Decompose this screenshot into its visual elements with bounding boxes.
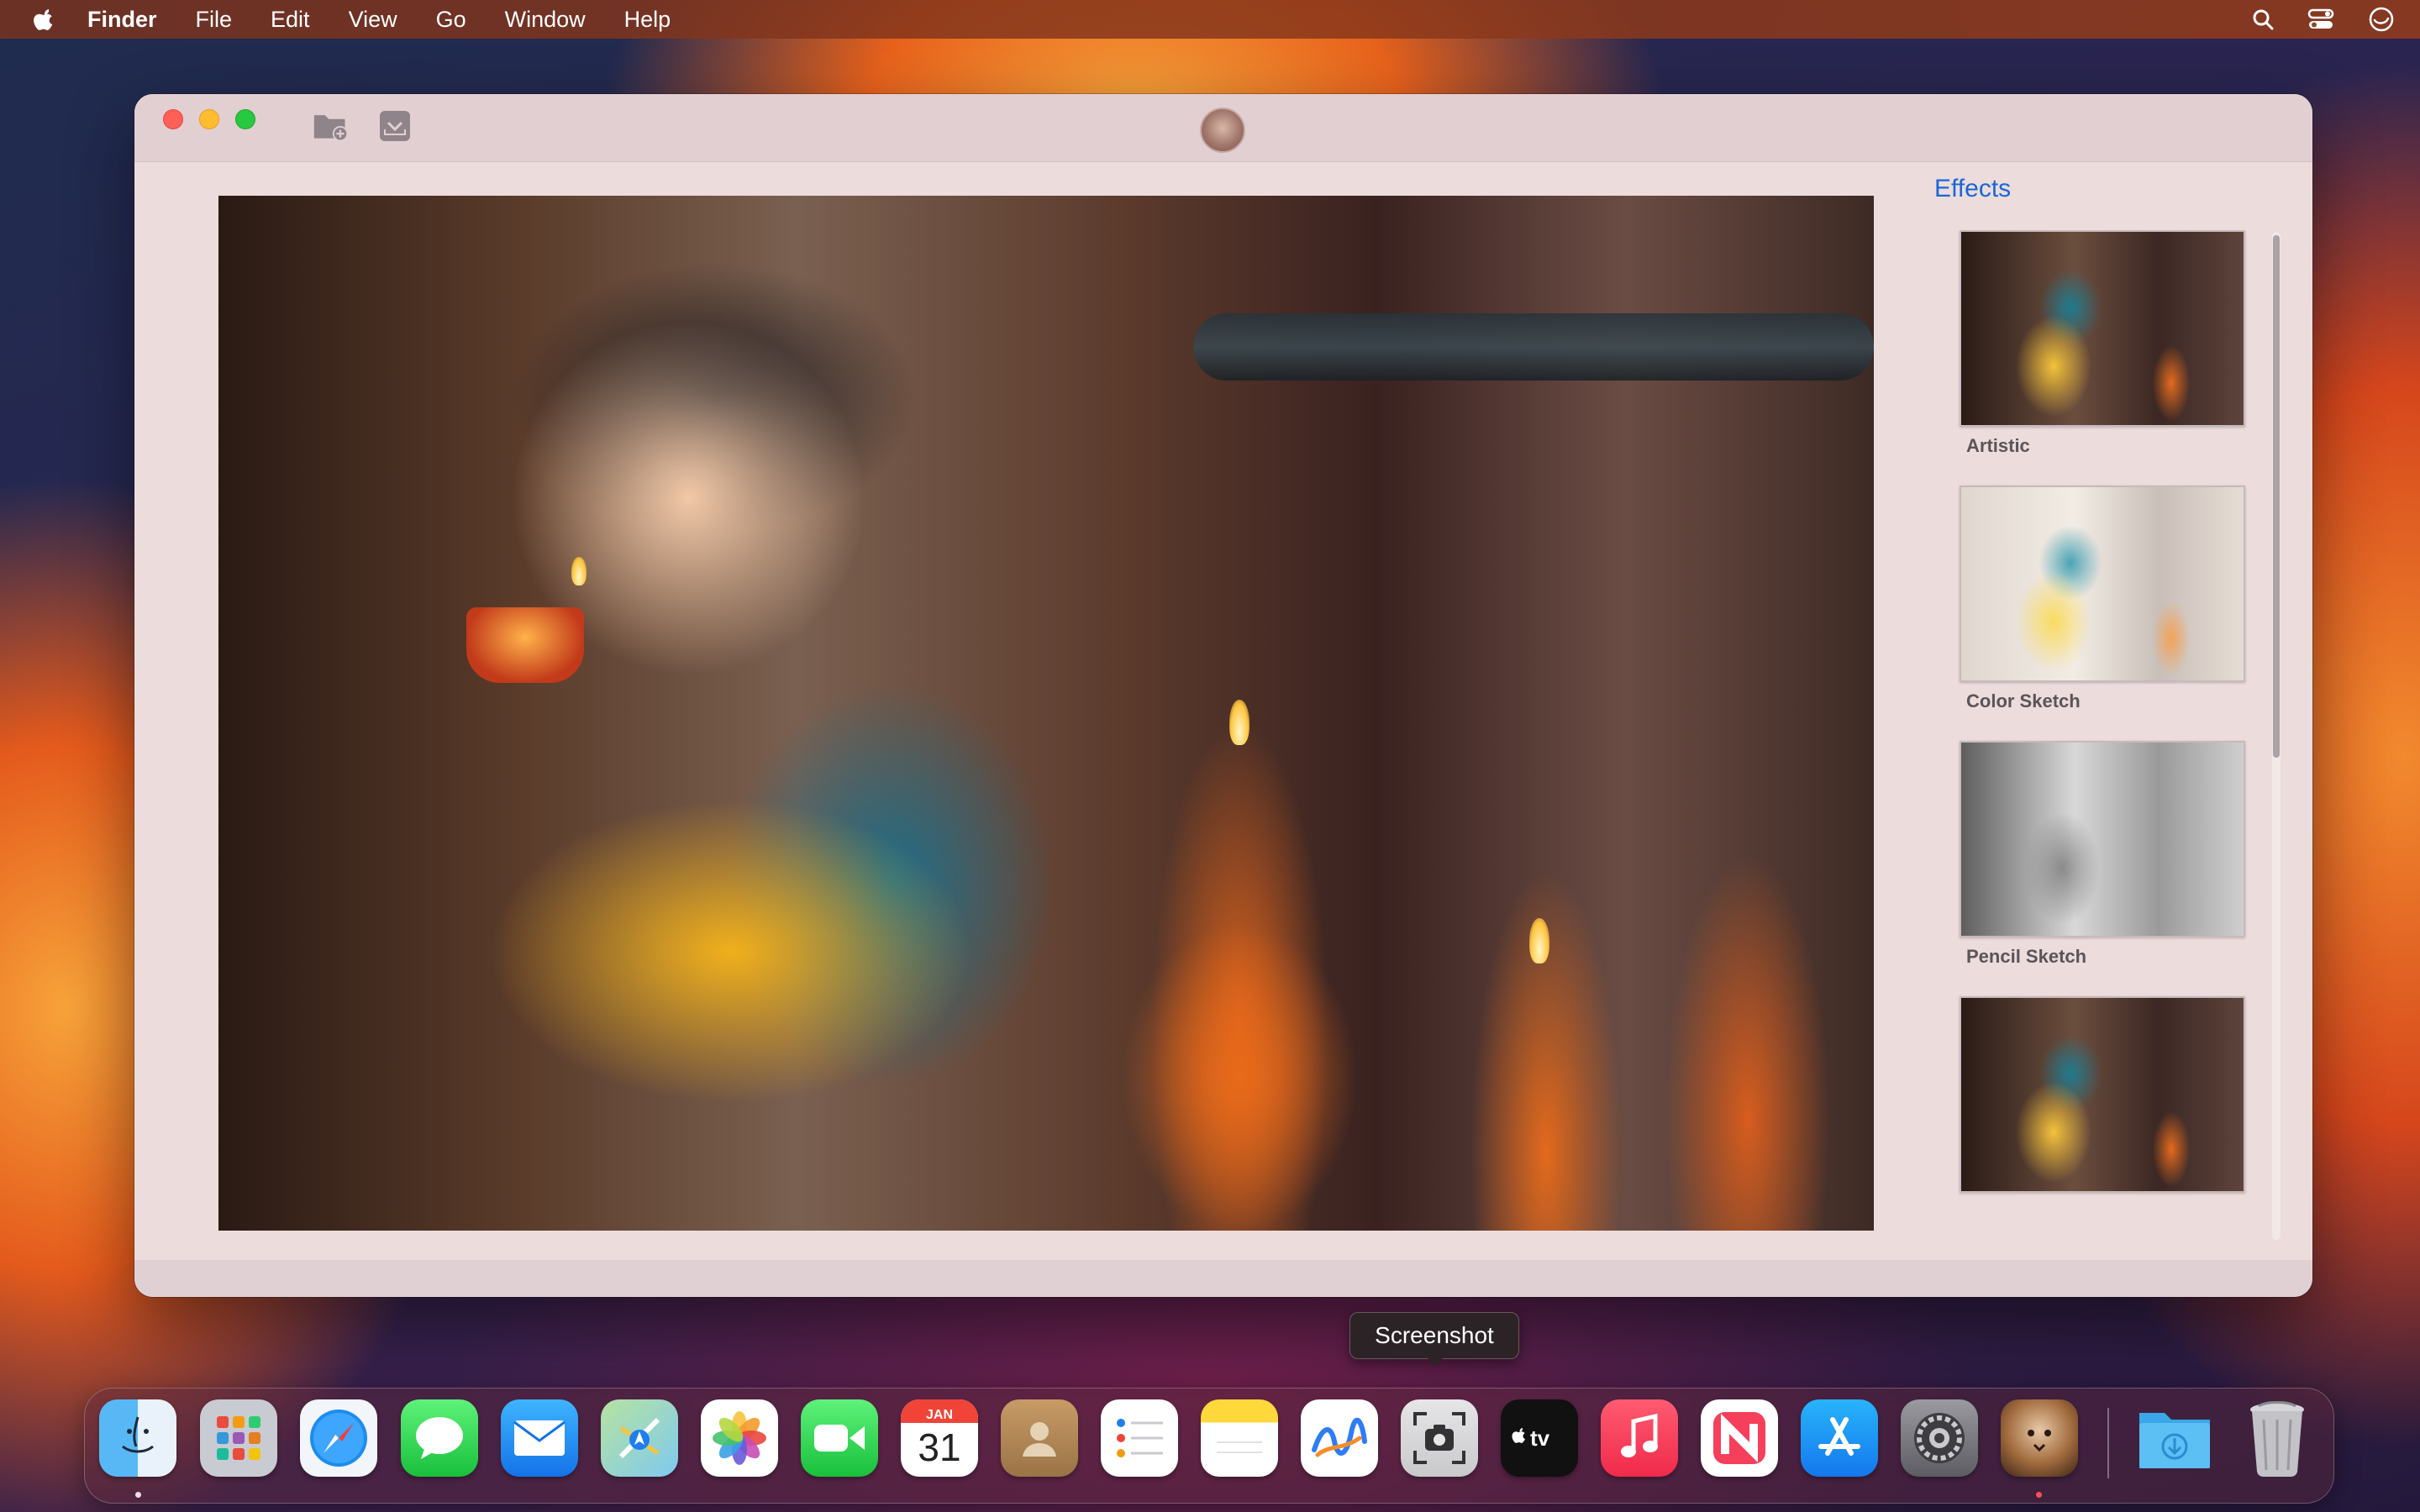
screenshot-icon[interactable] [1401,1399,1478,1477]
downloads-folder-icon[interactable] [2136,1399,2213,1477]
menu-view[interactable]: View [349,7,397,33]
mail-icon[interactable] [501,1399,578,1477]
control-center-icon[interactable] [2307,8,2334,30]
photo-detail [1529,918,1549,963]
finder-icon[interactable] [99,1399,176,1477]
apple-tv-icon[interactable]: tv [1501,1399,1578,1477]
menu-finder[interactable]: Finder [87,7,157,33]
messages-icon[interactable] [401,1399,478,1477]
effects-scrollbar-thumb[interactable] [2273,235,2280,758]
safari-icon[interactable] [300,1399,377,1477]
dock-tooltip: Screenshot [1349,1312,1519,1359]
reminders-icon[interactable] [1101,1399,1178,1477]
effect-thumbnail[interactable] [1960,996,2245,1193]
calendar-month: JAN [925,1408,953,1422]
apple-menu-icon[interactable] [32,5,57,34]
window-bottom-bar [134,1260,2312,1297]
notes-icon[interactable] [1201,1399,1278,1477]
app-logo-icon [1200,108,1245,153]
save-button[interactable] [376,108,413,144]
app-window: Effects Artistic Color Sketch Pencil Ske… [134,94,2312,1297]
maps-icon[interactable] [601,1399,678,1477]
effect-thumbnail[interactable] [1960,741,2245,937]
dock-separator [2107,1408,2109,1478]
photo-detail [571,557,587,585]
effects-list[interactable]: Artistic Color Sketch Pencil Sketch [1941,230,2260,1251]
menu-help[interactable]: Help [624,7,671,33]
calendar-day: 31 [918,1425,961,1469]
menu-edit[interactable]: Edit [271,7,310,33]
clock-status-icon[interactable] [2368,6,2395,33]
menu-bar: Finder File Edit View Go Window Help [0,0,2420,39]
photo-detail [1229,700,1249,745]
contacts-icon[interactable] [1001,1399,1078,1477]
facetime-icon[interactable] [801,1399,878,1477]
menu-window[interactable]: Window [505,7,586,33]
fullscreen-window-button[interactable] [235,109,255,129]
main-photo-preview [218,196,1874,1231]
tooltip-pointer [1425,1356,1445,1366]
window-titlebar [134,94,2312,162]
effects-app-icon[interactable] [2001,1399,2078,1477]
minimize-window-button[interactable] [199,109,219,129]
effects-heading: Effects [1934,175,2012,202]
effect-label: Artistic [1966,435,2030,456]
download-tray-icon [380,111,410,141]
photo-detail [466,607,584,683]
running-indicator [135,1492,141,1498]
music-icon[interactable] [1601,1399,1678,1477]
news-icon[interactable] [1701,1399,1778,1477]
effect-label: Color Sketch [1966,690,2081,711]
trash-icon[interactable] [2238,1399,2316,1477]
calendar-icon[interactable]: JAN 31 [901,1399,978,1477]
menu-file[interactable]: File [196,7,233,33]
close-window-button[interactable] [163,109,183,129]
effect-thumbnail[interactable] [1960,486,2245,682]
folder-add-icon [313,115,349,142]
spotlight-search-icon[interactable] [2252,8,2274,30]
photo-detail [1193,313,1874,381]
svg-text:tv: tv [1530,1425,1550,1451]
system-settings-icon[interactable] [1901,1399,1978,1477]
freeform-icon[interactable] [1301,1399,1378,1477]
effect-label: Pencil Sketch [1966,946,2087,967]
effect-thumbnail[interactable] [1960,230,2245,427]
launchpad-icon[interactable] [200,1399,277,1477]
running-indicator [2036,1492,2042,1498]
app-store-icon[interactable] [1801,1399,1878,1477]
menu-go[interactable]: Go [436,7,466,33]
open-folder-button[interactable] [313,108,350,144]
photos-icon[interactable] [701,1399,778,1477]
